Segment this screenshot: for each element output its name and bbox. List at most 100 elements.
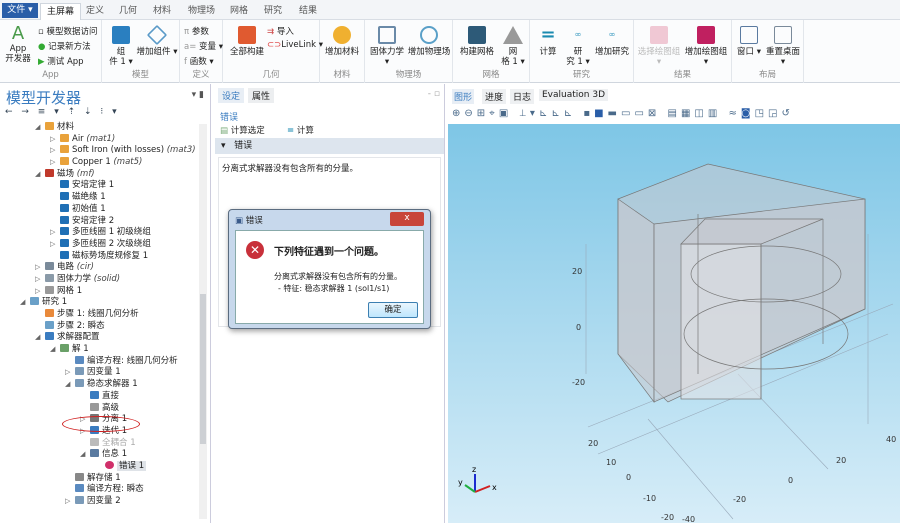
expand-toggle-icon[interactable]: ◢: [35, 332, 45, 344]
clear-selection-icon[interactable]: ⊠: [648, 108, 660, 119]
tab-study[interactable]: 研究: [258, 3, 288, 20]
solid-mechanics-button[interactable]: 固体力学 ▾: [367, 26, 407, 67]
expand-toggle-icon[interactable]: ◢: [50, 344, 60, 356]
expand-toggle-icon[interactable]: ▷: [50, 134, 60, 146]
build-all-button[interactable]: 全部构建: [227, 26, 267, 57]
tree-item[interactable]: 安培定律 1: [0, 180, 198, 192]
select-point-icon[interactable]: ▭: [634, 108, 647, 119]
view-zx-icon[interactable]: ⊾: [564, 108, 576, 119]
add-physics-button[interactable]: 增加物理场: [407, 26, 451, 57]
tab-geometry[interactable]: 几何: [113, 3, 143, 20]
tree-item[interactable]: ▷ 多匝线圈 2 次级绕组: [0, 238, 198, 251]
tab-definitions[interactable]: 定义: [80, 3, 110, 20]
tree-item[interactable]: ▷ 多匝线圈 1 初级绕组: [0, 227, 198, 239]
tree-item[interactable]: ▷ 固体力学 (solid): [0, 273, 198, 286]
tree-item[interactable]: ◢ 研究 1: [0, 297, 198, 309]
tree-item[interactable]: ▷ Air (mat1): [0, 133, 198, 146]
tree-scrollbar[interactable]: [199, 124, 207, 519]
tab-mesh[interactable]: 网格: [224, 3, 254, 20]
study1-button[interactable]: ∞ 研 究 1 ▾: [564, 26, 592, 67]
tree-item[interactable]: ▷ 电路 (cir): [0, 262, 198, 274]
tree-item[interactable]: 高级: [0, 402, 198, 415]
axis-icon[interactable]: ◲: [768, 108, 781, 119]
tree-item[interactable]: ◢ 求解器配置: [0, 332, 198, 344]
file-menu-button[interactable]: 文件 ▾: [2, 3, 38, 18]
expand-toggle-icon[interactable]: ◢: [35, 122, 45, 134]
tree-item[interactable]: 全耦合 1: [0, 437, 198, 450]
select-plot-group-button[interactable]: 选择绘图组 ▾: [636, 26, 682, 67]
panel-pin-icon[interactable]: - ▫: [428, 89, 440, 99]
tree-item[interactable]: ▷ 网格 1: [0, 285, 198, 298]
expand-toggle-icon[interactable]: ▷: [50, 145, 60, 157]
scrollbar-thumb[interactable]: [200, 294, 206, 444]
windows-button[interactable]: 窗口 ▾: [734, 26, 764, 57]
tab-graphics[interactable]: 图形: [452, 89, 475, 104]
expand-toggle-icon[interactable]: ▷: [35, 286, 45, 298]
expand-toggle-icon[interactable]: ◢: [80, 449, 90, 461]
close-button[interactable]: x: [390, 212, 424, 226]
model-data-access-button[interactable]: ▫ 模型数据访问: [38, 25, 97, 37]
expand-toggle-icon[interactable]: ◢: [35, 169, 45, 181]
variables-button[interactable]: a= 变量 ▾: [184, 40, 223, 52]
tree-item[interactable]: 解存储 1: [0, 472, 198, 485]
build-mesh-button[interactable]: 构建网格: [457, 26, 497, 57]
tree-item[interactable]: ◢ 信息 1: [0, 449, 198, 461]
tab-evaluation-3d[interactable]: Evaluation 3D: [539, 89, 609, 101]
graphics-toolbar[interactable]: ⊕⊖⊞⌖▣ ⟂▾⊾⊾⊾ ▪■▬▭▭⊠ ▤▦◫▥ ≈◙◳◲↺: [452, 108, 794, 119]
transparency-icon[interactable]: ▥: [708, 108, 721, 119]
add-study-button[interactable]: ∞ 增加研究: [592, 26, 632, 57]
expand-toggle-icon[interactable]: ▷: [65, 367, 75, 379]
tree-item[interactable]: ◢ 解 1: [0, 344, 198, 356]
add-material-button[interactable]: 增加材料: [322, 26, 362, 57]
tab-materials[interactable]: 材料: [147, 3, 177, 20]
view-axes-icon[interactable]: ⟂▾: [519, 108, 539, 119]
tree-item[interactable]: ▷ Soft Iron (with losses) (mat3): [0, 145, 198, 157]
mesh1-button[interactable]: 网 格 1 ▾: [499, 26, 527, 67]
expand-toggle-icon[interactable]: ▷: [50, 157, 60, 169]
tab-settings[interactable]: 设定: [218, 88, 245, 103]
tree-item[interactable]: 错误 1: [0, 460, 198, 473]
tree-item[interactable]: 编译方程: 线圈几何分析: [0, 355, 198, 368]
compute-button[interactable]: = 计算: [287, 124, 314, 136]
tab-properties[interactable]: 属性: [248, 88, 275, 103]
import-button[interactable]: ⇉ 导入: [267, 25, 294, 37]
error-section-header[interactable]: ▾ 错误: [215, 138, 444, 154]
add-plot-group-button[interactable]: 增加绘图组 ▾: [682, 26, 730, 67]
add-component-button[interactable]: 增加组件 ▾: [136, 24, 178, 57]
select-edge-icon[interactable]: ▭: [621, 108, 634, 119]
tab-results[interactable]: 结果: [293, 3, 323, 20]
app-developer-button[interactable]: A App 开发器: [3, 24, 33, 65]
reset-view-icon[interactable]: ↺: [781, 108, 793, 119]
select-icon[interactable]: ▪: [583, 108, 594, 119]
reset-desktop-button[interactable]: 重置桌面 ▾: [764, 26, 802, 67]
wireframe-icon[interactable]: ≈: [728, 108, 740, 119]
livelink-button[interactable]: ⊂⊃LiveLink ▾: [267, 40, 323, 50]
3d-viewport[interactable]: 20 0 -20 20 10 0 -10 -20 -40 -20 0 20 40…: [448, 124, 900, 524]
expand-toggle-icon[interactable]: ▷: [65, 496, 75, 508]
tree-item[interactable]: ▷ 因变量 2: [0, 496, 198, 508]
tab-log[interactable]: 日志: [510, 89, 535, 104]
zoom-in-icon[interactable]: ⊕: [452, 108, 464, 119]
tree-item[interactable]: 步骤 2: 瞬态: [0, 320, 198, 333]
tree-item[interactable]: 磁绝缘 1: [0, 192, 198, 204]
tab-home[interactable]: 主屏幕: [40, 3, 82, 20]
tree-item[interactable]: ▷ Copper 1 (mat5): [0, 157, 198, 169]
compute-button[interactable]: = 计算: [534, 26, 562, 58]
tree-item[interactable]: 初始值 1: [0, 203, 198, 216]
view-yz-icon[interactable]: ⊾: [551, 108, 563, 119]
zoom-out-icon[interactable]: ⊖: [464, 108, 476, 119]
functions-button[interactable]: f 函数 ▾: [184, 55, 214, 67]
parameters-button[interactable]: π 参数: [184, 25, 209, 37]
ok-button[interactable]: 确定: [368, 302, 418, 318]
render-icon[interactable]: ◙: [741, 108, 755, 119]
zoom-selected-icon[interactable]: ⌖: [489, 108, 499, 119]
tree-item[interactable]: ◢ 材料: [0, 122, 198, 134]
print-icon[interactable]: ▦: [681, 108, 694, 119]
expand-toggle-icon[interactable]: ▷: [50, 239, 60, 251]
component-button[interactable]: 组 件 1 ▾: [108, 26, 134, 67]
compute-selected-button[interactable]: ▤ 计算选定: [220, 124, 265, 136]
expand-toggle-icon[interactable]: ▷: [50, 227, 60, 239]
screenshot-icon[interactable]: ▤: [667, 108, 680, 119]
expand-toggle-icon[interactable]: ◢: [65, 379, 75, 391]
expand-toggle-icon[interactable]: ▷: [35, 262, 45, 274]
